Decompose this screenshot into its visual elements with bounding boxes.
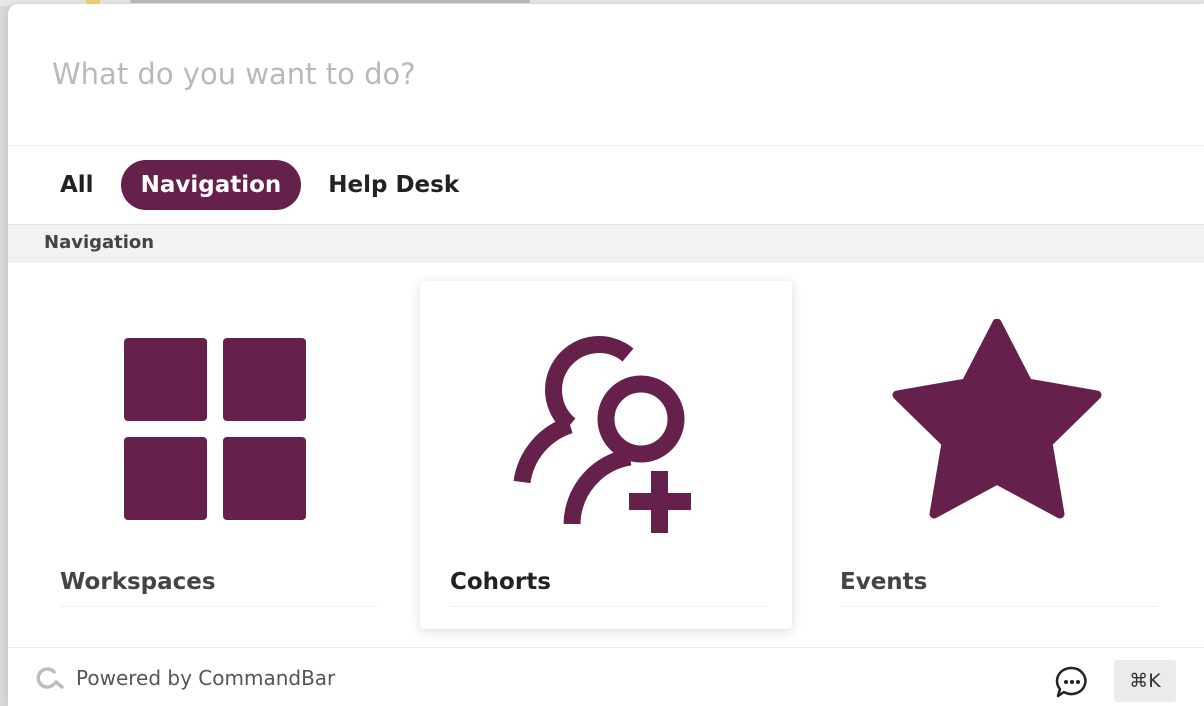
option-divider — [840, 606, 1158, 607]
search-input[interactable] — [52, 50, 952, 98]
tab-all[interactable]: All — [40, 160, 114, 210]
divider — [8, 145, 1204, 146]
divider — [8, 647, 1204, 648]
grid-icon — [124, 338, 306, 520]
shortcut-badge: ⌘K — [1114, 660, 1176, 702]
commandbar-logo-icon — [36, 667, 64, 689]
powered-by-link[interactable]: Powered by CommandBar — [34, 666, 335, 690]
chat-button[interactable] — [1054, 664, 1090, 700]
option-label: Workspaces — [60, 569, 216, 595]
section-header: Navigation — [8, 224, 1204, 263]
background-page-text — [130, 0, 530, 3]
option-divider — [450, 606, 768, 607]
option-label: Cohorts — [450, 569, 551, 595]
tab-navigation[interactable]: Navigation — [120, 160, 302, 210]
option-workspaces[interactable]: Workspaces — [30, 281, 402, 629]
option-cohorts[interactable]: Cohorts — [420, 281, 792, 629]
section-title: Navigation — [44, 232, 155, 253]
category-tabs: All Navigation Help Desk — [40, 160, 486, 210]
chat-bubble-icon — [1055, 666, 1087, 698]
option-events[interactable]: Events — [810, 281, 1182, 629]
star-icon — [892, 319, 1102, 519]
add-users-icon — [513, 336, 691, 533]
option-divider — [60, 606, 378, 607]
option-label: Events — [840, 569, 928, 595]
powered-by-text: Powered by CommandBar — [76, 666, 336, 690]
tab-help-desk[interactable]: Help Desk — [308, 160, 479, 210]
command-palette: All Navigation Help Desk Navigation Work… — [8, 4, 1204, 706]
